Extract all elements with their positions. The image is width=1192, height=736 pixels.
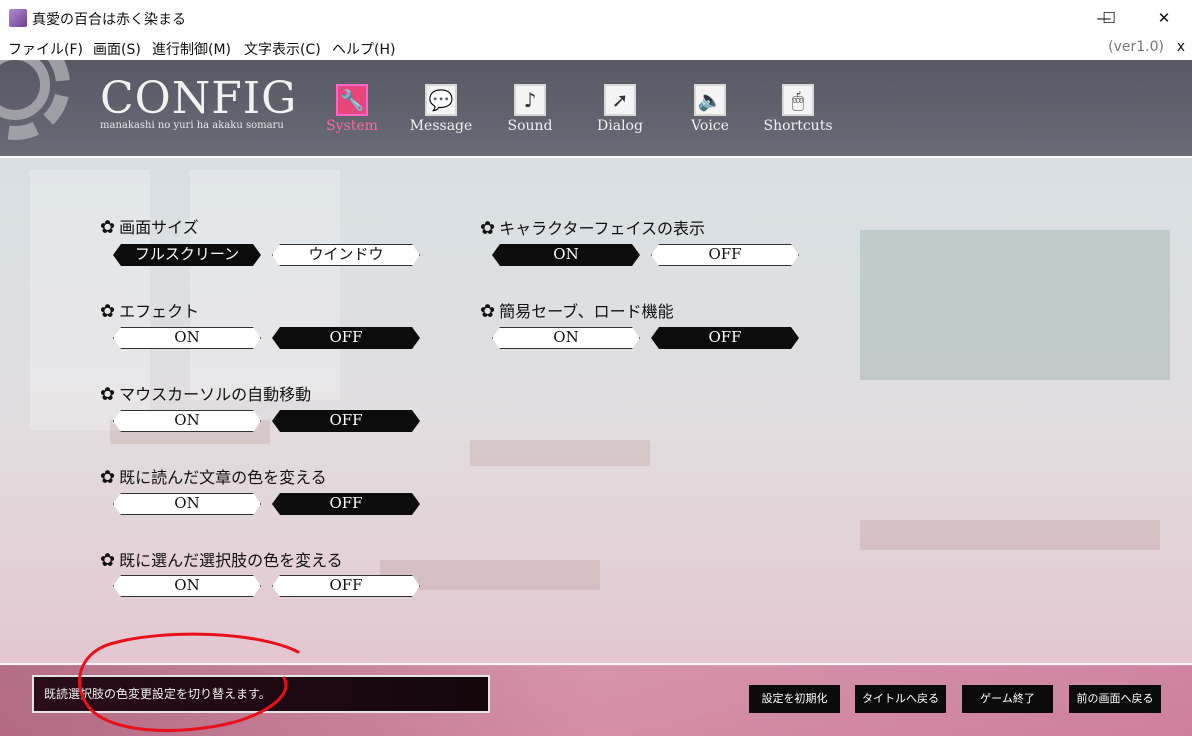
config-header: CONFIG manakashi no yuri ha akaku somaru… [0,60,1192,156]
flower-icon: ✿ [100,550,116,571]
maximize-button[interactable]: ☐ [1089,4,1129,32]
tab-message[interactable]: 💬 Message [401,84,481,144]
flower-icon: ✿ [100,384,116,405]
flower-icon: ✿ [480,301,496,322]
tab-label: Voice [691,118,729,134]
setting-quick-save-title: ✿ 簡易セーブ、ロード機能 [480,301,674,322]
flower-icon: ✿ [100,467,116,488]
read-text-color-off-option[interactable]: OFF [272,493,420,515]
screen-size-fullscreen-option[interactable]: フルスクリーン [113,244,261,266]
chosen-option-color-off-option[interactable]: OFF [272,575,420,597]
wrench-icon: 🔧 [336,84,368,116]
window-title: 真愛の百合は赤く染まる [32,12,186,28]
setting-effect-title: ✿ エフェクト [100,301,200,322]
setting-mouse-auto-move-title: ✿ マウスカーソルの自動移動 [100,384,312,405]
config-title: CONFIG [100,73,298,124]
tab-label: Shortcuts [763,118,833,134]
tab-voice[interactable]: 🔈 Voice [670,84,750,144]
help-message-box: 既読選択肢の色変更設定を切り替えます。 [32,675,490,713]
menu-help[interactable]: ヘルプ(H) [332,39,395,59]
menu-text-display[interactable]: 文字表示(C) [244,39,321,59]
app-icon [9,9,27,27]
character-face-on-option[interactable]: ON [492,244,640,266]
version-label: (ver1.0) [1108,39,1164,55]
tab-label: Sound [507,118,553,134]
setting-read-text-color-title: ✿ 既に読んだ文章の色を変える [100,467,327,488]
quick-save-off-option[interactable]: OFF [651,327,799,349]
previous-screen-button[interactable]: 前の画面へ戻る [1069,685,1161,713]
read-text-color-on-option[interactable]: ON [113,493,261,515]
menu-bar: ファイル(F) 画面(S) 進行制御(M) 文字表示(C) ヘルプ(H) (ve… [0,36,1192,60]
tab-shortcuts[interactable]: 🖱 Shortcuts [758,84,838,144]
speaker-icon: 🔈 [694,84,726,116]
mouse-auto-move-on-option[interactable]: ON [113,410,261,432]
flower-icon: ✿ [100,217,116,238]
tab-label: Dialog [597,118,643,134]
mouse-auto-move-off-option[interactable]: OFF [272,410,420,432]
config-subtitle: manakashi no yuri ha akaku somaru [100,120,284,131]
game-screen: CONFIG manakashi no yuri ha akaku somaru… [0,60,1192,736]
reset-settings-button[interactable]: 設定を初期化 [749,685,840,713]
music-note-icon: ♪ [514,84,546,116]
exit-game-button[interactable]: ゲーム終了 [962,685,1053,713]
effect-on-option[interactable]: ON [113,327,261,349]
back-to-title-button[interactable]: タイトルへ戻る [855,685,946,713]
speech-bubble-icon: 💬 [425,84,457,116]
cursor-arrow-icon: ➚ [604,84,636,116]
close-button[interactable]: ✕ [1144,4,1184,32]
mouse-icon: 🖱 [782,84,814,116]
flower-icon: ✿ [100,301,116,322]
menu-progress-control[interactable]: 進行制御(M) [152,39,231,59]
tab-system[interactable]: 🔧 System [312,84,392,144]
effect-off-option[interactable]: OFF [272,327,420,349]
menu-screen[interactable]: 画面(S) [93,39,141,59]
tab-label: System [326,118,378,134]
screen-size-window-option[interactable]: ウインドウ [272,244,420,266]
menu-file[interactable]: ファイル(F) [8,39,83,59]
tab-sound[interactable]: ♪ Sound [490,84,570,144]
character-face-off-option[interactable]: OFF [651,244,799,266]
flower-icon: ✿ [480,218,496,239]
menu-close-button[interactable]: x [1177,39,1185,55]
tab-dialog[interactable]: ➚ Dialog [580,84,660,144]
title-bar: 真愛の百合は赤く染まる — ☐ ✕ [0,0,1192,36]
chosen-option-color-on-option[interactable]: ON [113,575,261,597]
setting-character-face-title: ✿ キャラクターフェイスの表示 [480,218,706,239]
tab-label: Message [409,118,473,134]
header-divider [0,156,1192,158]
setting-chosen-option-color-title: ✿ 既に選んだ選択肢の色を変える [100,550,343,571]
setting-screen-size-title: ✿ 画面サイズ [100,217,199,238]
quick-save-on-option[interactable]: ON [492,327,640,349]
